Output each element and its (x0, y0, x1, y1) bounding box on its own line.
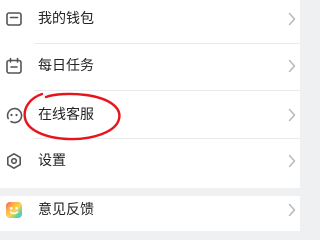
menu-item-label: 在线客服 (38, 107, 94, 123)
chevron-right-icon (288, 59, 296, 73)
menu-item-label: 意见反馈 (38, 202, 94, 218)
gear-icon (6, 152, 21, 170)
settings-menu: 我的钱包 每日任务 在线客服 设置 意见反馈 (0, 0, 300, 231)
feedback-icon (6, 202, 22, 218)
chevron-right-icon (288, 154, 296, 168)
menu-item-label: 我的钱包 (38, 11, 94, 27)
customer-service-icon (6, 107, 23, 124)
menu-item-online-support[interactable]: 在线客服 (0, 93, 300, 139)
divider (34, 90, 300, 91)
menu-item-label: 设置 (38, 153, 66, 169)
menu-item-settings[interactable]: 设置 (0, 139, 300, 185)
calendar-icon (6, 57, 22, 74)
menu-group-main: 我的钱包 每日任务 在线客服 设置 (0, 0, 300, 188)
menu-group-feedback: 意见反馈 (0, 196, 300, 231)
menu-item-label: 每日任务 (38, 58, 94, 74)
menu-item-daily-tasks[interactable]: 每日任务 (0, 44, 300, 90)
chevron-right-icon (288, 12, 296, 26)
menu-item-feedback[interactable]: 意见反馈 (0, 192, 300, 231)
menu-item-wallet[interactable]: 我的钱包 (0, 0, 300, 43)
wallet-icon (6, 12, 22, 26)
chevron-right-icon (288, 203, 296, 217)
chevron-right-icon (288, 108, 296, 122)
